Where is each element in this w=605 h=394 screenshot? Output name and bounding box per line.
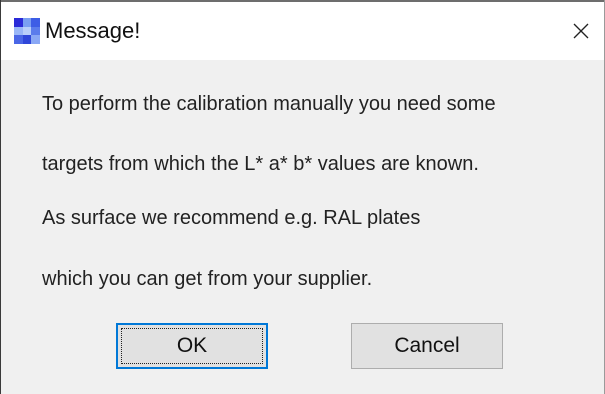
message-line-1: To perform the calibration manually you …	[42, 93, 496, 115]
dialog-title: Message!	[45, 18, 141, 43]
ok-button-label: OK	[176, 334, 208, 357]
message-line-4: which you can get from your supplier.	[42, 268, 373, 290]
app-gradient-icon	[14, 18, 40, 44]
message-line-2: targets from which the L* a* b* values a…	[42, 153, 479, 175]
cancel-button-label: Cancel	[394, 334, 460, 357]
message-dialog: Message! To perform the calibration manu…	[0, 0, 605, 394]
cancel-button[interactable]: Cancel	[351, 323, 503, 369]
close-icon	[573, 23, 589, 39]
title-bar[interactable]: Message!	[1, 2, 604, 60]
ok-button[interactable]: OK	[116, 323, 268, 369]
close-button[interactable]	[558, 2, 604, 60]
message-line-3: As surface we recommend e.g. RAL plates	[42, 207, 421, 229]
